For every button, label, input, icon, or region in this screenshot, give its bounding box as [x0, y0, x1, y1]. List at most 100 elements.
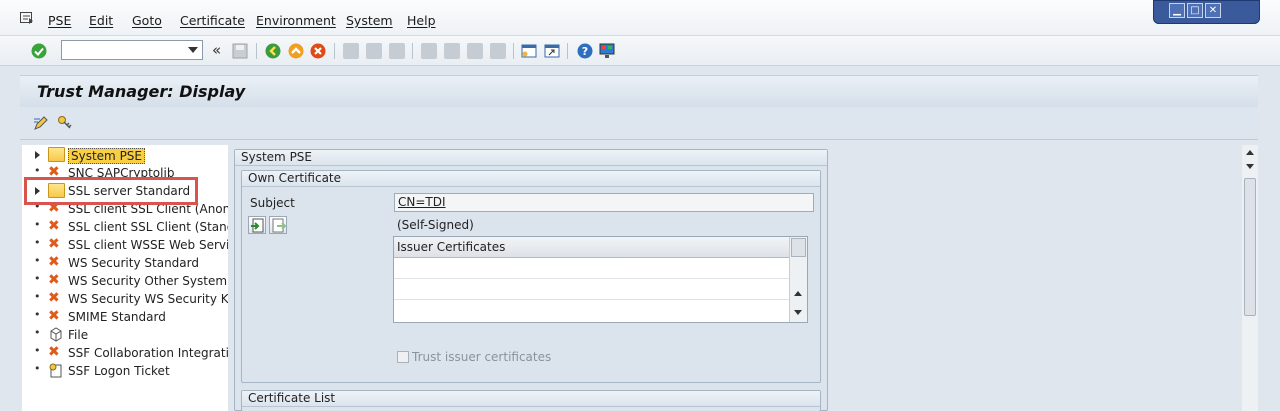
svg-text:?: ?	[582, 45, 588, 58]
menu-system[interactable]: System	[346, 13, 393, 28]
shortcut-icon[interactable]	[544, 43, 560, 59]
create-session-icon[interactable]	[521, 43, 537, 59]
tree-item-ssl-client-standard[interactable]: • ✖ SSL client SSL Client (Standa	[22, 218, 228, 236]
tree-item-label: WS Security WS Security Key	[68, 292, 228, 306]
export-icon	[272, 218, 286, 233]
minimize-icon[interactable]: ▁	[1169, 3, 1185, 18]
next-page-icon[interactable]	[467, 43, 483, 59]
expand-arrow-icon[interactable]	[35, 151, 40, 159]
menu-environment[interactable]: Environment	[256, 13, 336, 28]
tree-item-ws-security-other-system[interactable]: • ✖ WS Security Other System E	[22, 272, 228, 290]
enter-icon[interactable]	[31, 43, 47, 59]
x-icon: ✖	[48, 218, 60, 234]
x-icon: ✖	[48, 344, 60, 360]
close-icon[interactable]: ✕	[1205, 3, 1221, 18]
bullet-icon: •	[34, 344, 41, 357]
ticket-icon	[49, 363, 62, 378]
table-row[interactable]	[394, 258, 789, 279]
bullet-icon: •	[34, 218, 41, 231]
key-icon[interactable]	[57, 115, 73, 131]
first-page-icon[interactable]	[421, 43, 437, 59]
x-icon: ✖	[48, 236, 60, 252]
table-scrollbar[interactable]	[789, 237, 807, 322]
help-icon[interactable]: ?	[577, 43, 593, 59]
tree-item-ssf-collaboration[interactable]: • ✖ SSF Collaboration Integration	[22, 344, 228, 362]
issuer-column-header[interactable]: Issuer Certificates	[394, 237, 789, 258]
pane-splitter[interactable]	[228, 145, 232, 411]
tree-item-label: SSL client SSL Client (Standa	[68, 220, 228, 234]
toolbar-separator	[412, 43, 413, 59]
toolbar-separator	[256, 43, 257, 59]
tree-item-ssf-logon-ticket[interactable]: • SSF Logon Ticket	[22, 362, 228, 380]
file-icon	[50, 327, 62, 342]
bullet-icon: •	[34, 272, 41, 285]
trust-issuer-checkbox[interactable]	[397, 351, 409, 363]
command-field[interactable]	[61, 40, 203, 60]
tree-item-label: SSF Collaboration Integration	[68, 346, 228, 360]
scroll-up-icon[interactable]	[1246, 150, 1254, 155]
bullet-icon: •	[34, 308, 41, 321]
print-icon[interactable]	[343, 43, 359, 59]
import-icon	[251, 218, 264, 233]
tree-item-file[interactable]: • File	[22, 326, 228, 344]
previous-page-icon[interactable]	[444, 43, 460, 59]
bullet-icon: •	[34, 164, 41, 177]
menu-pse[interactable]: PSE	[48, 13, 71, 28]
tree-item-label: SMIME Standard	[68, 310, 166, 324]
collapse-icon[interactable]: «	[212, 41, 221, 59]
command-dropdown-icon[interactable]	[188, 47, 198, 53]
table-row[interactable]	[394, 300, 789, 321]
table-scroll-thumb[interactable]	[791, 238, 806, 257]
x-icon: ✖	[48, 290, 60, 306]
toolbar-separator	[513, 43, 514, 59]
toolbar-separator	[334, 43, 335, 59]
window-controls: ▁ □ ✕	[1153, 0, 1260, 24]
find-icon[interactable]	[366, 43, 382, 59]
tree-item-ssl-client-wsse[interactable]: • ✖ SSL client WSSE Web Servic	[22, 236, 228, 254]
menu-certificate[interactable]: Certificate	[180, 13, 245, 28]
save-icon[interactable]	[232, 43, 248, 59]
subject-field[interactable]: CN=TDI	[394, 193, 814, 212]
edit-icon[interactable]	[33, 115, 50, 131]
layout-icon[interactable]	[599, 43, 615, 59]
self-signed-label: (Self-Signed)	[397, 218, 474, 232]
menu-edit[interactable]: Edit	[89, 13, 113, 28]
standard-toolbar: « ?	[0, 36, 1280, 66]
title-bar: Trust Manager: Display	[20, 75, 1258, 107]
scroll-thumb[interactable]	[1244, 178, 1256, 316]
bullet-icon: •	[34, 362, 41, 375]
tree-item-label: System PSE	[68, 148, 145, 164]
group-title: Own Certificate	[242, 171, 820, 187]
menu-help[interactable]: Help	[407, 13, 436, 28]
exit-icon[interactable]	[288, 43, 304, 59]
export-certificate-button[interactable]	[269, 216, 287, 234]
menu-goto[interactable]: Goto	[132, 13, 162, 28]
tree-item-ws-security-key[interactable]: • ✖ WS Security WS Security Key	[22, 290, 228, 308]
find-next-icon[interactable]	[389, 43, 405, 59]
tree-item-ws-security-standard[interactable]: • ✖ WS Security Standard	[22, 254, 228, 272]
x-icon: ✖	[48, 308, 60, 324]
scroll-down-icon[interactable]	[1246, 164, 1254, 169]
menu-icon[interactable]	[20, 12, 34, 24]
table-row[interactable]	[394, 279, 789, 300]
scroll-up-icon[interactable]	[794, 291, 802, 296]
folder-icon	[48, 147, 65, 162]
tree-item-system-pse[interactable]: System PSE	[22, 146, 228, 164]
scroll-down-icon[interactable]	[794, 310, 802, 315]
page-scrollbar[interactable]	[1242, 145, 1258, 411]
trust-issuer-label: Trust issuer certificates	[412, 350, 552, 364]
maximize-icon[interactable]: □	[1187, 3, 1203, 18]
issuer-certificates-table: Issuer Certificates	[393, 236, 808, 323]
application-toolbar	[20, 107, 1258, 140]
import-certificate-button[interactable]	[248, 216, 266, 234]
group-title: Certificate List	[242, 391, 820, 407]
back-icon[interactable]	[265, 43, 281, 59]
tree-item-label: WS Security Standard	[68, 256, 199, 270]
tree-item-smime-standard[interactable]: • ✖ SMIME Standard	[22, 308, 228, 326]
tree-item-label: SSF Logon Ticket	[68, 364, 170, 378]
page-title: Trust Manager: Display	[37, 82, 246, 101]
toolbar-separator	[567, 43, 568, 59]
x-icon: ✖	[48, 272, 60, 288]
cancel-icon[interactable]	[310, 43, 326, 59]
last-page-icon[interactable]	[490, 43, 506, 59]
